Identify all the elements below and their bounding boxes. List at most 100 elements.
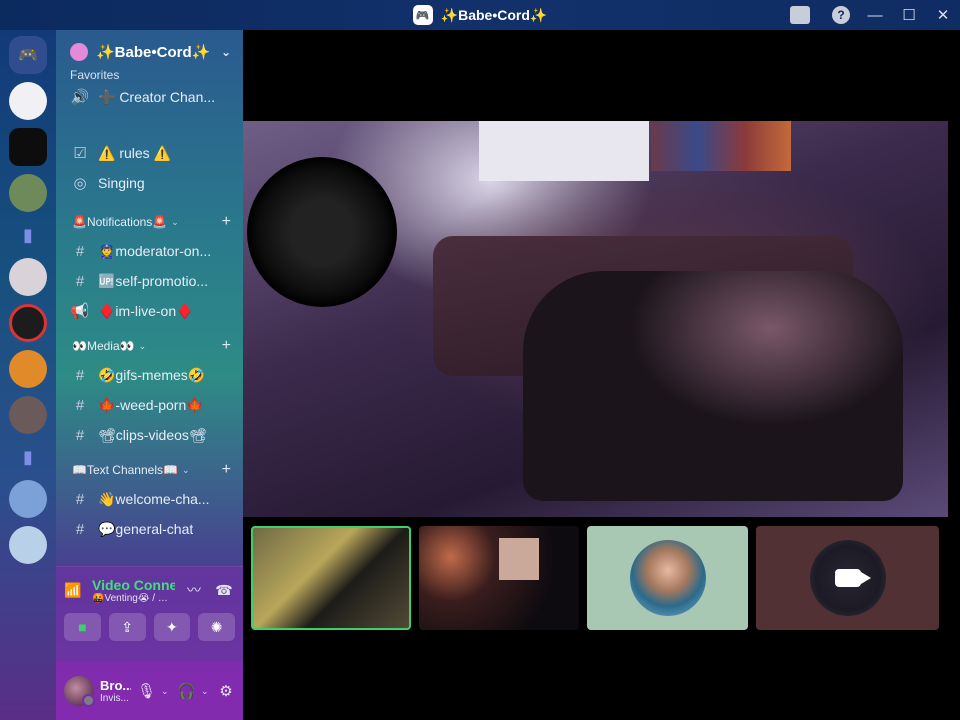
signal-strength-icon[interactable]: 📶 (64, 582, 84, 599)
channel-singing[interactable]: ◎ Singing (56, 168, 243, 198)
participant-tile-speaking[interactable] (251, 526, 411, 630)
window-title: 🎮 ✨Babe•Cord✨ (412, 5, 548, 25)
video-scene-person (523, 271, 903, 501)
channel-label: Singing (98, 175, 145, 191)
hash-icon: # (75, 272, 85, 290)
add-channel-icon[interactable]: + (222, 213, 231, 231)
participant-tile[interactable] (419, 526, 579, 630)
main-video-feed[interactable] (243, 121, 948, 517)
window-controls: ? — ☐ ✕ (790, 0, 960, 30)
server-icon-six[interactable] (9, 304, 47, 342)
server-icon-globe[interactable] (9, 526, 47, 564)
hash-icon: # (75, 396, 85, 414)
server-rail: 🎮 ▮ ▮ (0, 30, 56, 720)
channel-label: 🍁-weed-porn🍁 (98, 396, 204, 413)
video-stage (243, 30, 960, 720)
channel-gifs-memes[interactable]: # 🤣gifs-memes🤣 (56, 360, 243, 390)
speaker-icon: 🔊 (70, 89, 90, 106)
headphones-icon[interactable]: 🎧 (177, 682, 196, 700)
maximize-button[interactable]: ☐ (892, 0, 926, 30)
hash-icon: # (75, 520, 85, 538)
category-label: 👀Media👀 (72, 339, 135, 353)
participant-avatar (809, 540, 886, 616)
server-badge-icon (70, 43, 88, 61)
avatar[interactable] (64, 676, 95, 707)
channel-label: ♦️im-live-on♦️ (98, 302, 194, 319)
channel-label: ⚠️ rules ⚠️ (98, 144, 171, 161)
server-icon-anime-2[interactable] (9, 258, 47, 296)
screenshare-button[interactable]: ⇪ (108, 613, 146, 641)
disconnect-icon[interactable]: ☎ (213, 582, 235, 599)
chevron-down-icon: ⌄ (220, 45, 231, 59)
discord-home-icon[interactable]: 🎮 (9, 36, 47, 74)
channel-label: 💬general-chat (98, 520, 194, 537)
participant-tile[interactable] (587, 526, 748, 630)
channel-self-promotion[interactable]: # 🆙self-promotio... (56, 266, 243, 296)
category-label: 🚨Notifications🚨 (72, 215, 168, 229)
announcement-icon: 📢 (70, 303, 90, 320)
user-status: Invis... (100, 693, 129, 704)
chevron-down-icon[interactable]: ⌄ (201, 686, 211, 697)
folder-icon[interactable]: ▮ (9, 220, 47, 250)
inbox-icon[interactable] (790, 6, 810, 24)
participant-avatar (629, 540, 706, 616)
chevron-down-icon[interactable]: ⌄ (161, 686, 171, 697)
noise-suppression-icon[interactable]: 〰 (183, 580, 205, 600)
server-icon-game[interactable] (9, 480, 47, 518)
user-panel: Bro... Invis... 🎙 ⌄ 🎧 ⌄ ⚙ (56, 662, 243, 720)
close-button[interactable]: ✕ (926, 0, 960, 30)
favorites-label: Favorites (70, 68, 120, 82)
minimize-button[interactable]: — (858, 0, 892, 30)
gear-icon[interactable]: ⚙ (217, 682, 235, 700)
participant-tile[interactable] (756, 526, 939, 630)
folder-icon[interactable]: ▮ (9, 442, 47, 472)
soundboard-button[interactable]: ✺ (198, 613, 235, 641)
video-scene-banner (651, 121, 791, 171)
app-logo-icon: 🎮 (412, 5, 433, 25)
channel-moderator[interactable]: # 👮moderator-on... (56, 236, 243, 266)
activities-button[interactable]: ✦ (153, 613, 191, 641)
chevron-down-icon: ⌄ (138, 340, 147, 351)
server-name: ✨Babe•Cord✨ (96, 44, 211, 61)
channel-im-live-on[interactable]: 📢 ♦️im-live-on♦️ (56, 296, 243, 326)
channel-label: 🆙self-promotio... (98, 272, 209, 289)
username[interactable]: Bro... (100, 678, 131, 693)
server-icon-shark[interactable] (9, 128, 47, 166)
hash-icon: # (75, 490, 85, 508)
voice-status-title: Video Connectec (92, 576, 175, 593)
microphone-icon[interactable]: 🎙 (137, 682, 156, 700)
server-icon-skull[interactable] (9, 396, 47, 434)
channel-clips-videos[interactable]: # 📽clips-videos📽 (56, 420, 243, 450)
channel-creator[interactable]: 🔊 ➕ Creator Chan... (56, 82, 243, 112)
channel-general-chat[interactable]: # 💬general-chat (56, 514, 243, 544)
server-icon-anime-1[interactable] (9, 174, 47, 212)
category-notifications[interactable]: 🚨Notifications🚨 ⌄ + (56, 208, 243, 236)
channel-label: 🤣gifs-memes🤣 (98, 366, 206, 383)
window-titlebar: 🎮 ✨Babe•Cord✨ ? — ☐ ✕ (0, 0, 960, 30)
channel-weed[interactable]: # 🍁-weed-porn🍁 (56, 390, 243, 420)
server-icon-hello-kitty[interactable] (9, 82, 47, 120)
chevron-down-icon: ⌄ (171, 216, 179, 227)
hash-icon: # (75, 366, 85, 384)
channel-rules[interactable]: ☑ ⚠️ rules ⚠️ (56, 138, 243, 168)
chevron-down-icon: ⌄ (181, 464, 190, 475)
participant-thumbnails (251, 526, 939, 630)
voice-connection-panel: 📶 Video Connectec 🤬Venting😭 / ✨... 〰 ☎ ■… (56, 566, 243, 662)
channel-label: ➕ Creator Chan... (98, 88, 216, 105)
camera-button[interactable]: ■ (64, 613, 101, 641)
voice-channel-path[interactable]: 🤬Venting😭 / ✨... (92, 593, 175, 604)
category-text-channels[interactable]: 📖Text Channels📖 ⌄ + (56, 456, 243, 484)
window-title-text: ✨Babe•Cord✨ (440, 6, 548, 23)
help-icon[interactable]: ? (832, 6, 850, 24)
video-scene-fan (247, 157, 397, 307)
add-channel-icon[interactable]: + (222, 337, 231, 355)
add-channel-icon[interactable]: + (222, 461, 231, 479)
video-camera-icon (834, 569, 871, 587)
channel-welcome[interactable]: # 👋welcome-cha... (56, 484, 243, 514)
hash-icon: # (75, 426, 85, 444)
server-icon-pumpkin[interactable] (9, 350, 47, 388)
category-label: 📖Text Channels📖 (72, 463, 178, 477)
category-media[interactable]: 👀Media👀 ⌄ + (56, 332, 243, 360)
channel-label: 👮moderator-on... (98, 242, 212, 259)
channel-label: 📽clips-videos📽 (98, 426, 207, 443)
